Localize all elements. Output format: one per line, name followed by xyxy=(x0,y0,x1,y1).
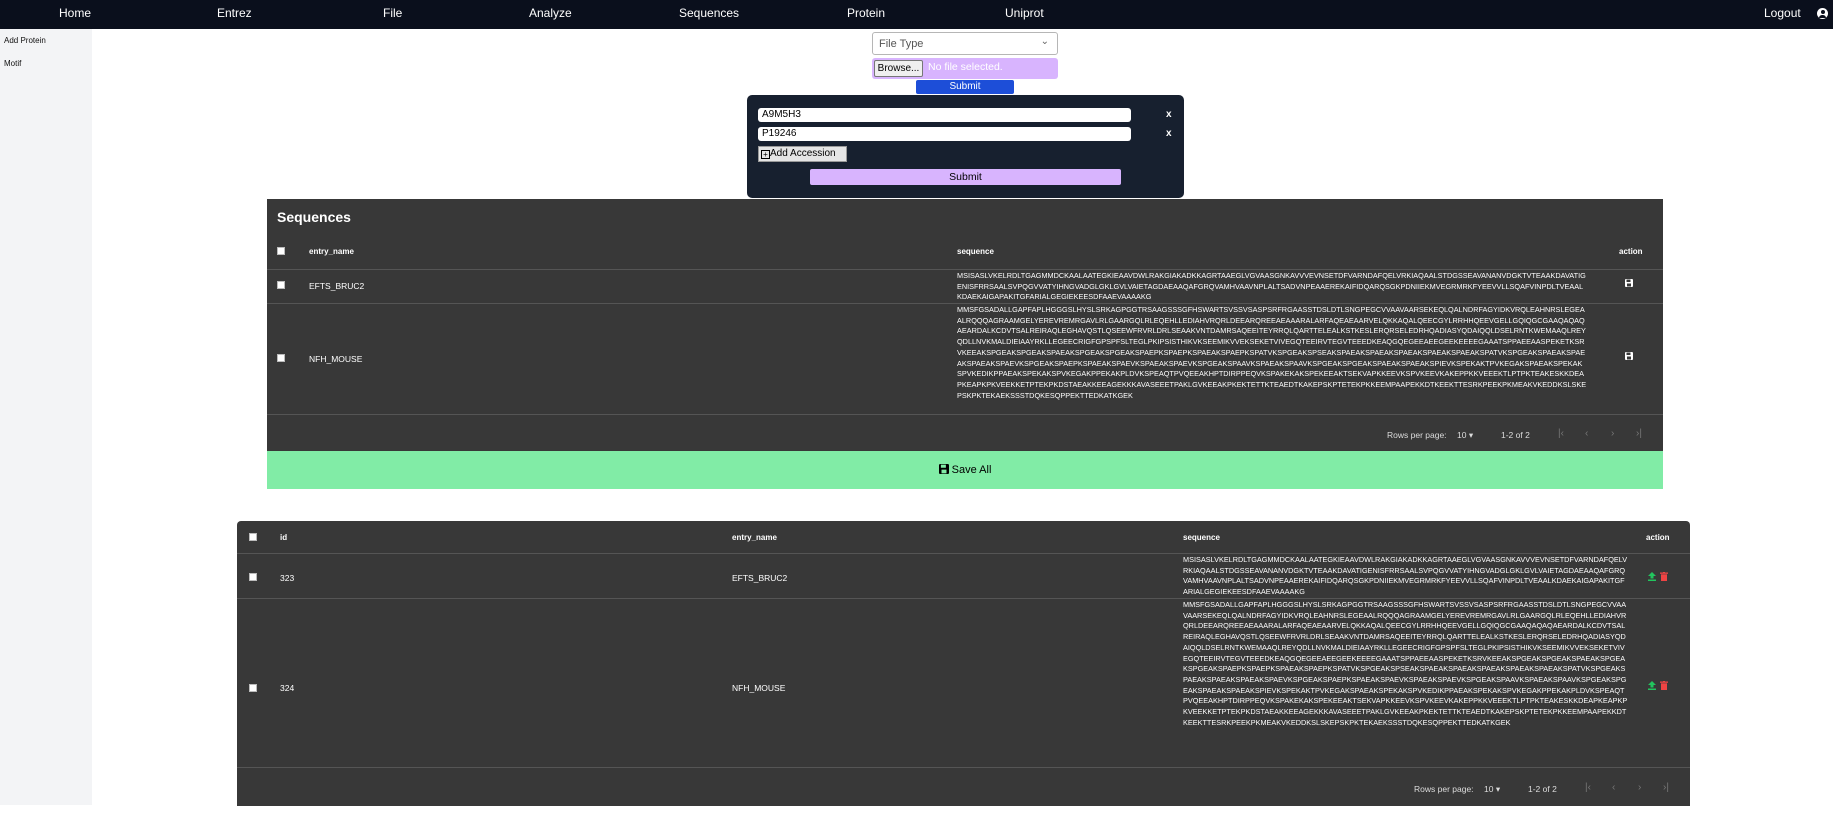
browse-button[interactable]: Browse... xyxy=(874,60,923,77)
pagination-range: 1-2 of 2 xyxy=(1528,784,1557,794)
rows-per-page-value: 10 xyxy=(1457,430,1467,440)
chevron-down-icon: ⌄ xyxy=(1040,36,1049,47)
row-checkbox[interactable] xyxy=(249,684,257,692)
next-page-icon[interactable]: › xyxy=(1638,782,1641,793)
accession-panel: A9M5H3 x P19246 x + Add Accession Submit xyxy=(747,95,1184,198)
row-id: 323 xyxy=(280,573,295,583)
floppy-disk-icon xyxy=(938,464,949,476)
save-all-label: Save All xyxy=(951,464,992,476)
rows-per-page-label: Rows per page: xyxy=(1387,430,1447,440)
remove-accession-button[interactable]: x xyxy=(1166,128,1172,139)
nav-logout[interactable]: Logout xyxy=(1764,0,1801,29)
pagination-range: 1-2 of 2 xyxy=(1501,430,1530,440)
column-header: action xyxy=(1619,247,1643,256)
sequence-text: MSISASLVKELRDLTGAGMMDCKAALAATEGKIEAAVDWL… xyxy=(957,271,1586,302)
next-page-icon[interactable]: › xyxy=(1611,428,1614,439)
entry-name: NFH_MOUSE xyxy=(309,354,363,364)
upload-icon[interactable] xyxy=(1648,681,1656,692)
select-all-checkbox[interactable] xyxy=(277,247,285,255)
entry-name: NFH_MOUSE xyxy=(732,683,786,693)
entry-name: EFTS_BRUC2 xyxy=(309,281,365,291)
column-header[interactable]: entry_name xyxy=(309,247,354,256)
file-type-placeholder: File Type xyxy=(879,38,924,50)
prev-page-icon[interactable]: ‹ xyxy=(1585,428,1588,439)
save-all-button[interactable]: Save All xyxy=(267,451,1663,489)
last-page-icon[interactable]: ›| xyxy=(1636,428,1642,439)
sequence-text: MMSFGSADALLGAPFAPLHGGGSLHYSLSRKAGPGGTRSA… xyxy=(957,305,1587,400)
prev-page-icon[interactable]: ‹ xyxy=(1612,782,1615,793)
accession-submit-button[interactable]: Submit xyxy=(810,169,1121,185)
saved-sequences-card: id entry_name sequence action 323 EFTS_B… xyxy=(237,521,1690,806)
no-file-text: No file selected. xyxy=(928,61,1003,73)
sequence-text: MSISASLVKELRDLTGAGMMDCKAALAATEGKIEAAVDWL… xyxy=(1183,555,1628,597)
first-page-icon[interactable]: |‹ xyxy=(1558,428,1564,439)
nav-uniprot[interactable]: Uniprot xyxy=(1005,0,1044,29)
plus-square-icon: + xyxy=(761,150,770,159)
floppy-disk-icon[interactable] xyxy=(1625,279,1633,289)
nav-home[interactable]: Home xyxy=(59,0,91,29)
rows-per-page-select[interactable]: 10 ▾ xyxy=(1457,430,1473,441)
column-header: action xyxy=(1646,533,1670,542)
remove-accession-button[interactable]: x xyxy=(1166,109,1172,120)
sidebar-item-motif[interactable]: Motif xyxy=(4,59,21,68)
add-accession-label: Add Accession xyxy=(770,148,836,159)
add-accession-button[interactable]: + Add Accession xyxy=(758,146,847,162)
sidebar-item-add-protein[interactable]: Add Protein xyxy=(4,36,46,45)
select-all-checkbox[interactable] xyxy=(249,533,257,541)
sequences-title: Sequences xyxy=(277,209,351,225)
column-header[interactable]: sequence xyxy=(1183,533,1220,542)
rows-per-page-label: Rows per page: xyxy=(1414,784,1474,794)
row-id: 324 xyxy=(280,683,295,693)
column-header[interactable]: sequence xyxy=(957,247,994,256)
file-input[interactable]: Browse... No file selected. xyxy=(872,58,1058,79)
nav-sequences[interactable]: Sequences xyxy=(679,0,739,29)
sequences-card: Sequences entry_name sequence action EFT… xyxy=(267,199,1663,451)
nav-file[interactable]: File xyxy=(383,0,402,29)
column-header[interactable]: id xyxy=(280,533,287,542)
column-header[interactable]: entry_name xyxy=(732,533,777,542)
file-type-select[interactable]: File Type ⌄ xyxy=(872,32,1058,55)
row-checkbox[interactable] xyxy=(277,354,285,362)
sidebar: Add Protein Motif xyxy=(0,29,92,805)
top-navbar: Home Entrez File Analyze Sequences Prote… xyxy=(0,0,1833,29)
nav-entrez[interactable]: Entrez xyxy=(217,0,252,29)
trash-icon[interactable] xyxy=(1660,681,1668,692)
upload-submit-button[interactable]: Submit xyxy=(916,80,1014,94)
accession-input[interactable]: P19246 xyxy=(758,127,1131,141)
row-checkbox[interactable] xyxy=(277,281,285,289)
floppy-disk-icon[interactable] xyxy=(1625,352,1633,362)
rows-per-page-select[interactable]: 10 ▾ xyxy=(1484,784,1500,795)
entry-name: EFTS_BRUC2 xyxy=(732,573,788,583)
accession-input[interactable]: A9M5H3 xyxy=(758,108,1131,122)
upload-icon[interactable] xyxy=(1648,572,1656,583)
nav-protein[interactable]: Protein xyxy=(847,0,885,29)
user-circle-icon[interactable] xyxy=(1817,8,1828,19)
sequence-text: MMSFGSADALLGAPFAPLHGGGSLHYSLSRKAGPGGTRSA… xyxy=(1183,600,1628,727)
first-page-icon[interactable]: |‹ xyxy=(1585,782,1591,793)
last-page-icon[interactable]: ›| xyxy=(1663,782,1669,793)
row-checkbox[interactable] xyxy=(249,573,257,581)
nav-analyze[interactable]: Analyze xyxy=(529,0,572,29)
rows-per-page-value: 10 xyxy=(1484,784,1494,794)
trash-icon[interactable] xyxy=(1660,572,1668,583)
